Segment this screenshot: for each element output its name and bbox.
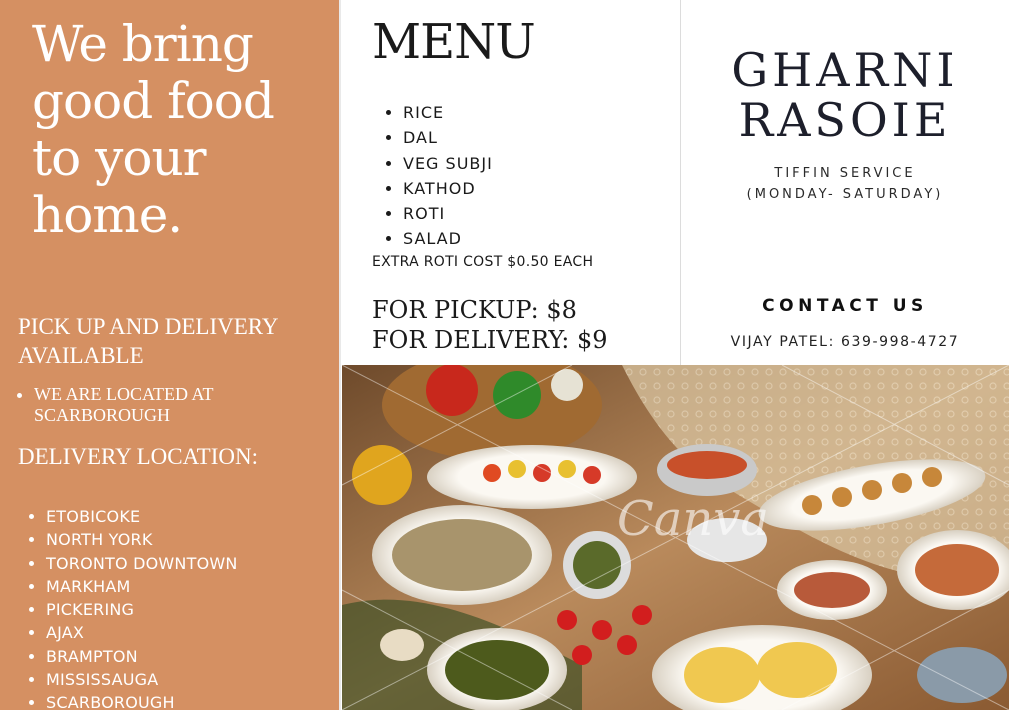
menu-item: SALAD <box>403 226 493 251</box>
delivery-price: FOR DELIVERY: $9 <box>372 326 608 354</box>
cherry-tomato <box>557 610 577 630</box>
delivery-location-heading: DELIVERY LOCATION: <box>18 444 258 469</box>
menu-title: MENU <box>372 14 536 70</box>
delivery-location-item: NORTH YORK <box>46 528 238 551</box>
side-dish <box>915 544 999 596</box>
tagline-line2: (MONDAY- SATURDAY) <box>746 187 944 202</box>
mushroom <box>380 629 424 661</box>
cherry-tomato <box>572 645 592 665</box>
menu-item: RICE <box>403 100 493 125</box>
appetizer-item <box>483 464 501 482</box>
mushrooms <box>392 519 532 591</box>
brand-panel: GHARNI RASOIE TIFFIN SERVICE (MONDAY- SA… <box>681 0 1009 365</box>
contact-phone: VIJAY PATEL: 639-998-4727 <box>730 334 960 350</box>
anchovy-roll <box>802 495 822 515</box>
pasta <box>684 647 760 703</box>
delivery-location-item: ETOBICOKE <box>46 505 238 528</box>
appetizer-plate <box>427 445 637 509</box>
delivery-location-item: PICKERING <box>46 598 238 621</box>
delivery-location-item: AJAX <box>46 621 238 644</box>
tagline-line1: TIFFIN SERVICE <box>774 166 916 181</box>
appetizer-item <box>533 464 551 482</box>
watermark-text: Canva <box>617 491 769 547</box>
brand-name-line2: RASOIE <box>738 93 952 147</box>
pickup-delivery-heading: PICK UP AND DELIVERY AVAILABLE <box>18 314 278 368</box>
menu-item: KATHOD <box>403 176 493 201</box>
location-note-list: WE ARE LOCATED AT SCARBOROUGH <box>18 384 294 426</box>
delivery-location-item: TORONTO DOWNTOWN <box>46 552 238 575</box>
food-photo-illustration: Canva <box>342 365 1009 710</box>
delivery-location-item: MISSISSAUGA <box>46 668 238 691</box>
tagline: TIFFIN SERVICE (MONDAY- SATURDAY) <box>681 163 1009 205</box>
menu-item: DAL <box>403 125 493 150</box>
cherry-tomato <box>617 635 637 655</box>
gravy <box>667 451 747 479</box>
menu-item-list: RICE DAL VEG SUBJI KATHOD ROTI SALAD <box>386 100 493 252</box>
capers <box>573 541 621 589</box>
food-photo: Canva <box>342 365 1009 710</box>
location-note: WE ARE LOCATED AT SCARBOROUGH <box>34 384 294 426</box>
appetizer-item <box>558 460 576 478</box>
green-pepper <box>493 371 541 419</box>
pickup-price: FOR PICKUP: $8 <box>372 296 577 324</box>
menu-item: ROTI <box>403 201 493 226</box>
menu-item: VEG SUBJI <box>403 151 493 176</box>
brand-name: GHARNI RASOIE <box>681 45 1009 145</box>
cherry-tomato <box>632 605 652 625</box>
delivery-location-item: MARKHAM <box>46 575 238 598</box>
rolled-anchovies <box>794 572 870 608</box>
red-pepper <box>426 365 478 416</box>
delivery-location-item: BRAMPTON <box>46 645 238 668</box>
delivery-location-item: SCARBOROUGH <box>46 691 238 714</box>
pasta <box>757 642 837 698</box>
appetizer-item <box>508 460 526 478</box>
anchovy-roll <box>892 473 912 493</box>
brand-name-line1: GHARNI <box>731 43 959 97</box>
extra-roti-note: EXTRA ROTI COST $0.50 EACH <box>372 254 594 270</box>
contact-heading: CONTACT US <box>762 296 928 316</box>
anchovy-roll <box>922 467 942 487</box>
headline: We bring good food to your home. <box>32 15 275 244</box>
menu-panel: MENU RICE DAL VEG SUBJI KATHOD ROTI SALA… <box>342 0 680 365</box>
anchovy-roll <box>862 480 882 500</box>
left-panel: We bring good food to your home. PICK UP… <box>0 0 341 712</box>
sardines <box>917 647 1007 703</box>
anchovy-roll <box>832 487 852 507</box>
appetizer-item <box>583 466 601 484</box>
cherry-tomato <box>592 620 612 640</box>
delivery-location-list: ETOBICOKE NORTH YORK TORONTO DOWNTOWN MA… <box>28 505 238 715</box>
